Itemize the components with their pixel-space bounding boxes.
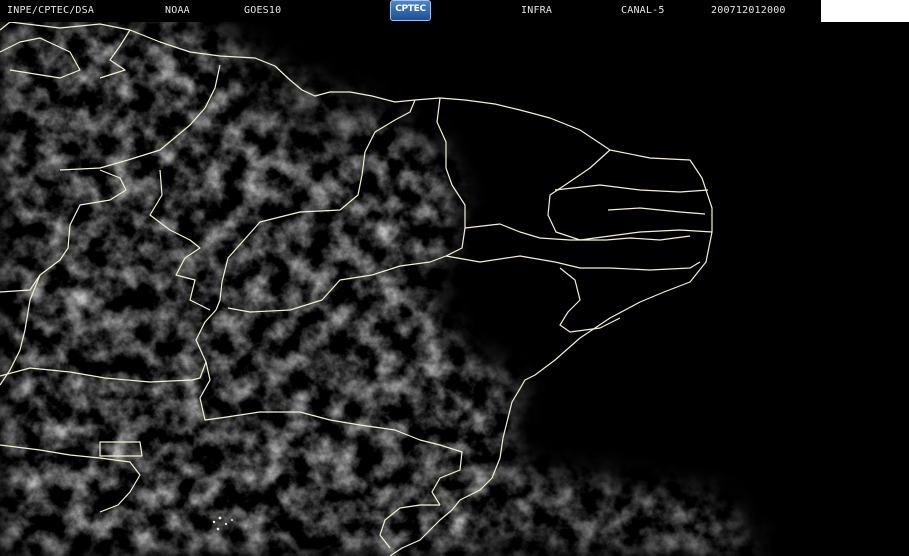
satellite-map	[0, 0, 909, 556]
timestamp-label: 200712012000	[711, 5, 786, 16]
satellite-label: GOES10	[244, 5, 282, 16]
blank-header-box	[821, 0, 909, 22]
source-label: INPE/CPTEC/DSA	[7, 5, 95, 16]
satellite-image-viewer: INPE/CPTEC/DSA NOAA GOES10 INFRA CANAL-5…	[0, 0, 909, 556]
image-header-bar: INPE/CPTEC/DSA NOAA GOES10 INFRA CANAL-5…	[0, 0, 909, 22]
agency-label: NOAA	[165, 5, 190, 16]
cptec-logo: CPTEC	[390, 0, 431, 21]
mode-label: INFRA	[521, 5, 553, 16]
cloud-cover	[0, 22, 909, 556]
logo-text: CPTEC	[395, 4, 426, 14]
channel-label: CANAL-5	[621, 5, 665, 16]
